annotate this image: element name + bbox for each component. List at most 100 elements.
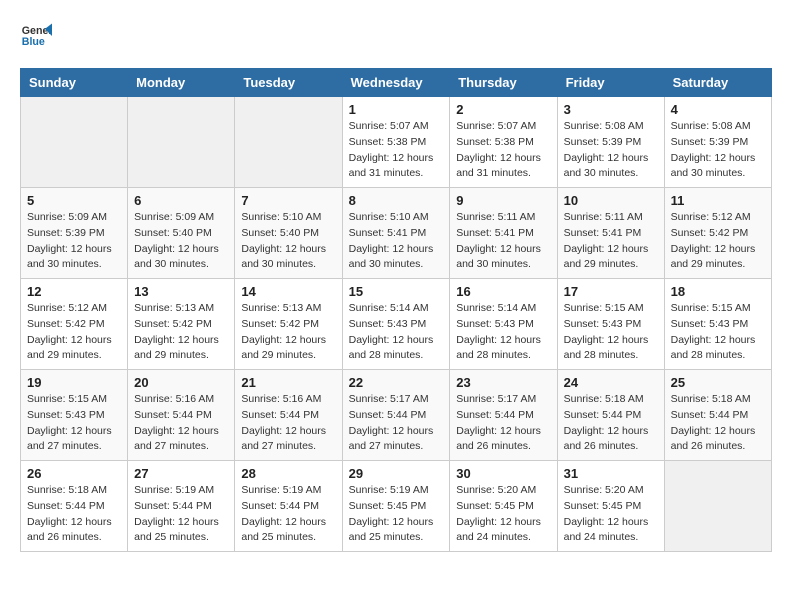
day-info: Sunrise: 5:19 AMSunset: 5:44 PMDaylight:…: [134, 483, 228, 546]
logo: General Blue: [20, 20, 56, 52]
day-info: Sunrise: 5:16 AMSunset: 5:44 PMDaylight:…: [134, 392, 228, 455]
day-cell: 22 Sunrise: 5:17 AMSunset: 5:44 PMDayligh…: [342, 370, 450, 461]
day-number: 18: [671, 284, 765, 299]
day-info: Sunrise: 5:09 AMSunset: 5:40 PMDaylight:…: [134, 210, 228, 273]
day-cell: 10 Sunrise: 5:11 AMSunset: 5:41 PMDayligh…: [557, 188, 664, 279]
day-cell: 9 Sunrise: 5:11 AMSunset: 5:41 PMDaylight…: [450, 188, 557, 279]
day-info: Sunrise: 5:10 AMSunset: 5:40 PMDaylight:…: [241, 210, 335, 273]
day-number: 17: [564, 284, 658, 299]
day-number: 21: [241, 375, 335, 390]
header-wednesday: Wednesday: [342, 69, 450, 97]
day-info: Sunrise: 5:08 AMSunset: 5:39 PMDaylight:…: [564, 119, 658, 182]
day-cell: 4Sunrise: 5:08 AMSunset: 5:39 PMDaylight…: [664, 97, 771, 188]
day-number: 16: [456, 284, 550, 299]
day-number: 20: [134, 375, 228, 390]
day-cell: 26 Sunrise: 5:18 AMSunset: 5:44 PMDayligh…: [21, 461, 128, 552]
week-row-0: 1 Sunrise: 5:07 AMSunset: 5:38 PMDaylight…: [21, 97, 772, 188]
header-tuesday: Tuesday: [235, 69, 342, 97]
day-info: Sunrise: 5:12 AMSunset: 5:42 PMDaylight:…: [671, 210, 765, 273]
day-number: 14: [241, 284, 335, 299]
logo-icon: General Blue: [20, 20, 52, 52]
day-number: 24: [564, 375, 658, 390]
day-number: 28: [241, 466, 335, 481]
day-number: 22: [349, 375, 444, 390]
day-info: Sunrise: 5:07 AMSunset: 5:38 PMDaylight:…: [349, 119, 444, 182]
day-cell: 28Sunrise: 5:19 AMSunset: 5:44 PMDayligh…: [235, 461, 342, 552]
day-info: Sunrise: 5:15 AMSunset: 5:43 PMDaylight:…: [564, 301, 658, 364]
header-monday: Monday: [128, 69, 235, 97]
day-cell: 21 Sunrise: 5:16 AMSunset: 5:44 PMDayligh…: [235, 370, 342, 461]
day-cell: [664, 461, 771, 552]
day-number: 1: [349, 102, 444, 117]
day-cell: 17 Sunrise: 5:15 AMSunset: 5:43 PMDayligh…: [557, 279, 664, 370]
day-number: 5: [27, 193, 121, 208]
day-number: 4: [671, 102, 765, 117]
day-number: 15: [349, 284, 444, 299]
day-number: 3: [564, 102, 658, 117]
day-info: Sunrise: 5:16 AMSunset: 5:44 PMDaylight:…: [241, 392, 335, 455]
day-info: Sunrise: 5:19 AMSunset: 5:45 PMDaylight:…: [349, 483, 444, 546]
day-cell: 7 Sunrise: 5:10 AMSunset: 5:40 PMDaylight…: [235, 188, 342, 279]
day-cell: 11 Sunrise: 5:12 AMSunset: 5:42 PMDayligh…: [664, 188, 771, 279]
day-number: 2: [456, 102, 550, 117]
day-info: Sunrise: 5:13 AMSunset: 5:42 PMDaylight:…: [134, 301, 228, 364]
day-cell: 14 Sunrise: 5:13 AMSunset: 5:42 PMDayligh…: [235, 279, 342, 370]
day-info: Sunrise: 5:20 AMSunset: 5:45 PMDaylight:…: [564, 483, 658, 546]
day-info: Sunrise: 5:18 AMSunset: 5:44 PMDaylight:…: [27, 483, 121, 546]
day-number: 23: [456, 375, 550, 390]
day-info: Sunrise: 5:18 AMSunset: 5:44 PMDaylight:…: [564, 392, 658, 455]
day-cell: 20 Sunrise: 5:16 AMSunset: 5:44 PMDayligh…: [128, 370, 235, 461]
day-cell: 24 Sunrise: 5:18 AMSunset: 5:44 PMDayligh…: [557, 370, 664, 461]
day-cell: 19 Sunrise: 5:15 AMSunset: 5:43 PMDayligh…: [21, 370, 128, 461]
day-info: Sunrise: 5:07 AMSunset: 5:38 PMDaylight:…: [456, 119, 550, 182]
day-cell: 1 Sunrise: 5:07 AMSunset: 5:38 PMDaylight…: [342, 97, 450, 188]
day-info: Sunrise: 5:11 AMSunset: 5:41 PMDaylight:…: [564, 210, 658, 273]
day-number: 27: [134, 466, 228, 481]
header-sunday: Sunday: [21, 69, 128, 97]
day-cell: 3 Sunrise: 5:08 AMSunset: 5:39 PMDaylight…: [557, 97, 664, 188]
header-saturday: Saturday: [664, 69, 771, 97]
day-number: 13: [134, 284, 228, 299]
day-info: Sunrise: 5:10 AMSunset: 5:41 PMDaylight:…: [349, 210, 444, 273]
day-info: Sunrise: 5:13 AMSunset: 5:42 PMDaylight:…: [241, 301, 335, 364]
day-info: Sunrise: 5:12 AMSunset: 5:42 PMDaylight:…: [27, 301, 121, 364]
day-cell: 2 Sunrise: 5:07 AMSunset: 5:38 PMDaylight…: [450, 97, 557, 188]
day-number: 30: [456, 466, 550, 481]
calendar-header-row: SundayMondayTuesdayWednesdayThursdayFrid…: [21, 69, 772, 97]
week-row-3: 19 Sunrise: 5:15 AMSunset: 5:43 PMDayligh…: [21, 370, 772, 461]
day-info: Sunrise: 5:09 AMSunset: 5:39 PMDaylight:…: [27, 210, 121, 273]
week-row-2: 12Sunrise: 5:12 AMSunset: 5:42 PMDayligh…: [21, 279, 772, 370]
day-number: 26: [27, 466, 121, 481]
day-info: Sunrise: 5:20 AMSunset: 5:45 PMDaylight:…: [456, 483, 550, 546]
day-info: Sunrise: 5:15 AMSunset: 5:43 PMDaylight:…: [27, 392, 121, 455]
day-info: Sunrise: 5:14 AMSunset: 5:43 PMDaylight:…: [349, 301, 444, 364]
day-cell: 12Sunrise: 5:12 AMSunset: 5:42 PMDayligh…: [21, 279, 128, 370]
header-thursday: Thursday: [450, 69, 557, 97]
day-cell: 31 Sunrise: 5:20 AMSunset: 5:45 PMDayligh…: [557, 461, 664, 552]
day-cell: [128, 97, 235, 188]
day-number: 31: [564, 466, 658, 481]
day-cell: 13 Sunrise: 5:13 AMSunset: 5:42 PMDayligh…: [128, 279, 235, 370]
day-info: Sunrise: 5:14 AMSunset: 5:43 PMDaylight:…: [456, 301, 550, 364]
day-cell: 6Sunrise: 5:09 AMSunset: 5:40 PMDaylight…: [128, 188, 235, 279]
day-info: Sunrise: 5:17 AMSunset: 5:44 PMDaylight:…: [349, 392, 444, 455]
day-cell: [235, 97, 342, 188]
day-number: 10: [564, 193, 658, 208]
week-row-4: 26 Sunrise: 5:18 AMSunset: 5:44 PMDayligh…: [21, 461, 772, 552]
day-number: 25: [671, 375, 765, 390]
day-info: Sunrise: 5:18 AMSunset: 5:44 PMDaylight:…: [671, 392, 765, 455]
svg-text:Blue: Blue: [22, 36, 45, 48]
day-number: 11: [671, 193, 765, 208]
day-info: Sunrise: 5:11 AMSunset: 5:41 PMDaylight:…: [456, 210, 550, 273]
day-number: 9: [456, 193, 550, 208]
day-number: 29: [349, 466, 444, 481]
day-cell: 18 Sunrise: 5:15 AMSunset: 5:43 PMDayligh…: [664, 279, 771, 370]
day-number: 7: [241, 193, 335, 208]
day-number: 19: [27, 375, 121, 390]
week-row-1: 5 Sunrise: 5:09 AMSunset: 5:39 PMDaylight…: [21, 188, 772, 279]
day-info: Sunrise: 5:15 AMSunset: 5:43 PMDaylight:…: [671, 301, 765, 364]
day-info: Sunrise: 5:17 AMSunset: 5:44 PMDaylight:…: [456, 392, 550, 455]
day-cell: 30 Sunrise: 5:20 AMSunset: 5:45 PMDayligh…: [450, 461, 557, 552]
day-cell: 29 Sunrise: 5:19 AMSunset: 5:45 PMDayligh…: [342, 461, 450, 552]
day-cell: [21, 97, 128, 188]
